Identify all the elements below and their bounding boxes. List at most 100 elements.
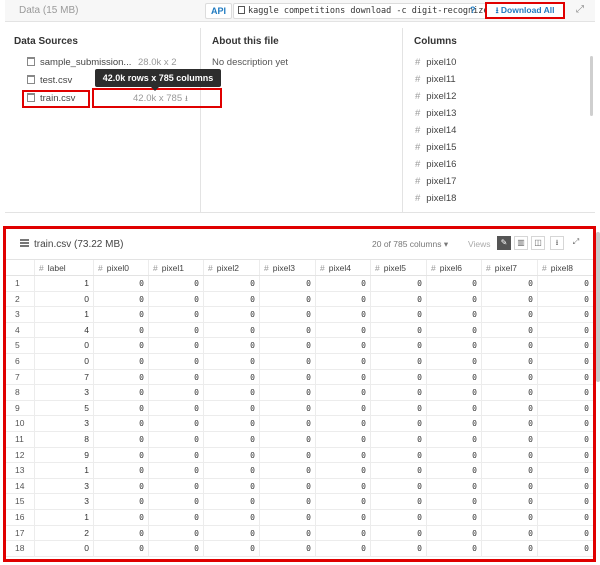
table-cell: 0 [537,338,593,353]
api-button[interactable]: API [205,3,233,19]
data-explorer-panels: Data Sources sample_submission... 28.0k … [5,28,595,213]
numeric-icon: # [415,159,421,170]
table-cell: 0 [315,354,370,369]
table-cell: 0 [148,369,203,385]
column-header[interactable]: # pixel3 [259,260,315,275]
table-cell: 0 [481,510,537,525]
column-header[interactable]: # pixel1 [148,260,203,275]
table-cell: 0 [481,322,537,338]
column-item[interactable]: # pixel15 [415,142,456,153]
page-scrollbar[interactable] [596,232,600,382]
numeric-icon: # [415,91,421,102]
columns-count-dropdown[interactable]: 20 of 785 columns ▾ [372,239,448,250]
table-cell: 0 [481,416,537,431]
table-cell: 0 [315,510,370,525]
column-header[interactable]: # label [34,260,93,275]
row-index: 15 [15,496,25,507]
table-cell: 0 [537,463,593,478]
column-item[interactable]: # pixel17 [415,176,456,187]
table-cell: 0 [426,322,481,338]
table-row: 14 3 0 0 0 0 0 0 0 0 0 [6,478,593,495]
column-item[interactable]: # pixel11 [415,74,456,85]
table-cell: 5 [34,400,93,416]
column-view-button[interactable]: ◫ [531,236,545,250]
table-cell: 0 [426,463,481,478]
column-header[interactable]: # pixel0 [93,260,148,275]
table-cell: 0 [370,276,426,291]
table-cell: 0 [148,400,203,416]
column-header-label: pixel7 [494,263,517,273]
table-cell: 0 [34,338,93,353]
column-item[interactable]: # pixel12 [415,91,456,102]
table-cell: 0 [370,463,426,478]
train-file-highlight [22,90,90,108]
table-cell: 0 [426,494,481,509]
column-item[interactable]: # pixel18 [415,193,456,204]
table-view-button[interactable]: ✎ [497,236,511,250]
table-cell: 8 [34,432,93,447]
file-name: sample_submission... [40,57,132,68]
download-table-button[interactable]: ⭳ [550,236,564,250]
column-item[interactable]: # pixel16 [415,159,456,170]
row-index: 3 [15,309,20,320]
table-cell: 0 [259,525,315,541]
table-cell: 0 [148,307,203,322]
column-item[interactable]: # pixel10 [415,57,456,68]
column-item[interactable]: # pixel14 [415,125,456,136]
column-header[interactable]: # pixel7 [481,260,537,275]
column-header[interactable]: # pixel8 [537,260,593,275]
table-cell: 0 [426,354,481,369]
table-cell: 0 [426,307,481,322]
file-item-test[interactable]: test.csv [27,75,72,86]
table-cell: 0 [315,416,370,431]
table-cell: 0 [148,291,203,307]
table-cell: 0 [370,478,426,494]
column-header[interactable]: # pixel4 [315,260,370,275]
column-header[interactable]: # pixel6 [426,260,481,275]
column-item[interactable]: # pixel13 [415,108,456,119]
table-cell: 0 [203,307,259,322]
row-index: 2 [15,293,20,304]
api-command[interactable]: kaggle competitions download -c digit-re… [233,3,499,19]
column-header-label: pixel8 [550,263,573,273]
table-cell: 0 [426,291,481,307]
table-cell: 0 [370,447,426,463]
row-index: 4 [15,324,20,335]
table-cell: 0 [93,463,148,478]
table-cell: 4 [34,322,93,338]
table-cell: 0 [93,494,148,509]
table-cell: 0 [315,338,370,353]
column-header-label: pixel1 [161,263,184,273]
columns-scrollbar[interactable] [590,56,593,116]
table-cell: 0 [370,322,426,338]
table-cell: 0 [315,369,370,385]
table-cell: 0 [426,510,481,525]
row-index: 17 [15,527,25,538]
chart-view-button[interactable]: ▥ [514,236,528,250]
table-cell: 0 [481,432,537,447]
data-topbar: Data (15 MB) API kaggle competitions dow… [5,0,595,22]
download-all-button[interactable]: ⭳ Download All [485,2,565,19]
table-cell: 0 [203,369,259,385]
table-cell: 0 [148,276,203,291]
table-cell: 0 [148,447,203,463]
table-cell: 3 [34,416,93,431]
table-cell: 3 [34,385,93,400]
help-icon[interactable]: ? [470,5,476,15]
table-cell: 0 [34,291,93,307]
copy-icon[interactable] [238,6,245,14]
table-cell: 0 [259,307,315,322]
expand-table-icon[interactable]: ⤢ [569,236,583,250]
column-header[interactable]: # pixel5 [370,260,426,275]
column-header[interactable]: # pixel2 [203,260,259,275]
expand-icon[interactable]: ⤢ [576,4,584,15]
numeric-icon: # [415,125,421,136]
table-cell: 0 [481,494,537,509]
table-cell: 0 [259,400,315,416]
table-cell: 0 [315,494,370,509]
table-cell: 0 [537,541,593,556]
table-cell: 0 [370,416,426,431]
column-name: pixel14 [426,125,457,136]
table-cell: 0 [203,525,259,541]
file-item-sample-submission[interactable]: sample_submission... [27,57,131,68]
